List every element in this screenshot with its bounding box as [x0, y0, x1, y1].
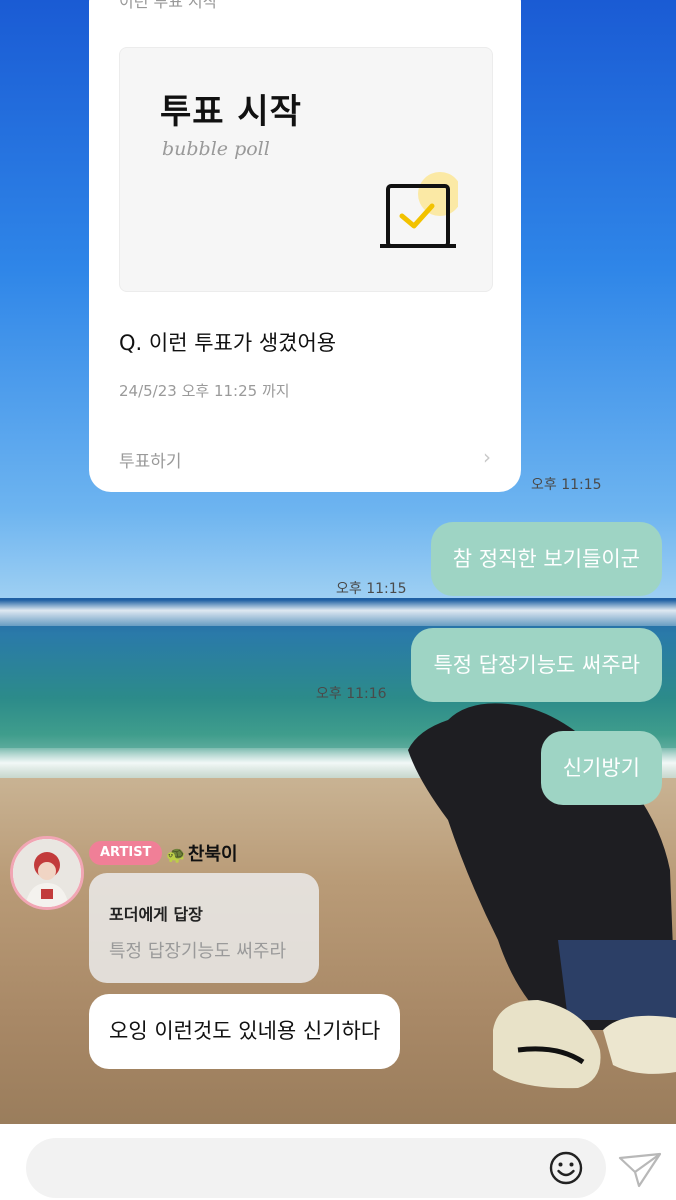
- poll-deadline: 24/5/23 오후 11:25 까지: [119, 382, 290, 400]
- poll-card-header: 이런 투표 시작: [119, 0, 218, 11]
- timestamp: 오후 11:15: [531, 477, 602, 493]
- message-bubble-out[interactable]: 특정 답장기능도 써주라: [411, 628, 662, 702]
- reply-to-label: 포더에게 답장: [109, 905, 203, 924]
- artist-badge: ARTIST: [89, 841, 163, 865]
- message-input[interactable]: [26, 1138, 606, 1198]
- message-bubble-out[interactable]: 신기방기: [540, 731, 662, 805]
- timestamp: 오후 11:15: [336, 581, 407, 597]
- sender-name-text: 찬북이: [187, 844, 238, 865]
- turtle-icon: 🐢: [166, 845, 186, 864]
- avatar[interactable]: [10, 836, 84, 910]
- message-bubble-in[interactable]: 오잉 이런것도 있네용 신기하다: [89, 994, 401, 1069]
- paper-plane-icon[interactable]: [617, 1150, 663, 1190]
- quoted-message: 특정 답장기능도 써주라: [109, 941, 287, 962]
- poll-question: Q. 이런 투표가 생겼어용: [119, 331, 337, 355]
- poll-card: 이런 투표 시작 투표 시작 bubble poll Q. 이런 투표가 생겼어…: [89, 0, 521, 492]
- poll-banner-title: 투표 시작: [160, 92, 302, 132]
- chat-screen: 이런 투표 시작 투표 시작 bubble poll Q. 이런 투표가 생겼어…: [0, 0, 676, 1200]
- chevron-right-icon: ›: [483, 445, 491, 469]
- message-bubble-out[interactable]: 참 정직한 보기들이군: [430, 522, 662, 596]
- smiley-icon[interactable]: [548, 1150, 584, 1186]
- poll-banner: 투표 시작 bubble poll: [119, 47, 493, 292]
- poll-banner-subtitle: bubble poll: [162, 138, 270, 160]
- vote-button-label: 투표하기: [119, 452, 182, 472]
- ballot-box-icon: [380, 172, 458, 248]
- input-bar: [0, 1124, 676, 1200]
- wave-foam: [0, 600, 676, 626]
- avatar-photo: [13, 839, 81, 907]
- vote-button[interactable]: 투표하기 ›: [119, 445, 491, 472]
- timestamp: 오후 11:16: [316, 686, 387, 702]
- sender-name[interactable]: 🐢 찬북이: [166, 840, 238, 866]
- reply-quote-box[interactable]: 포더에게 답장 특정 답장기능도 써주라: [89, 873, 319, 983]
